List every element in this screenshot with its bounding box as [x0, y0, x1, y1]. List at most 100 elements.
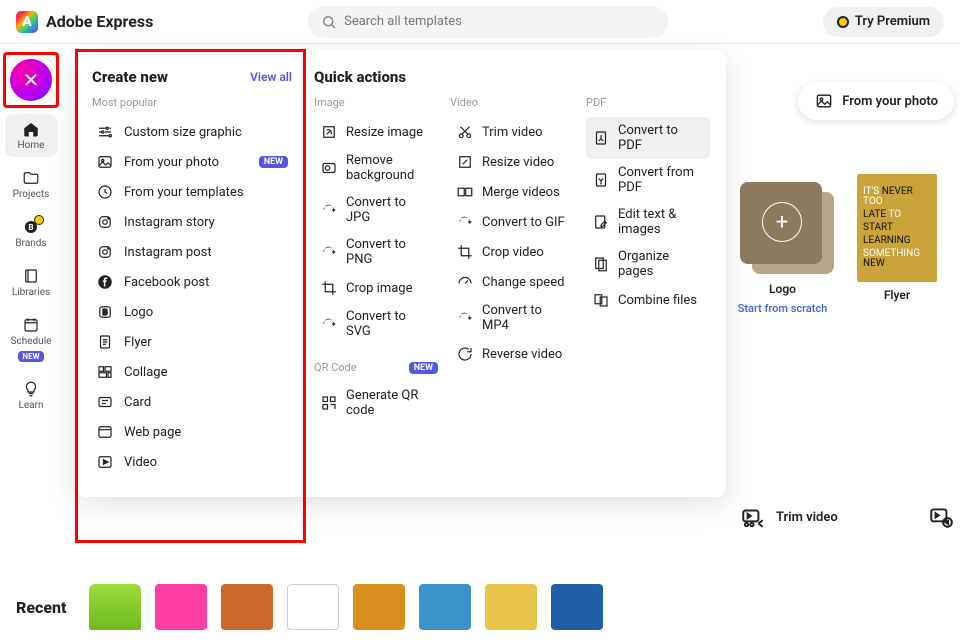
recent-thumb[interactable]: [287, 584, 339, 630]
sidenav-item-libraries[interactable]: Libraries: [5, 261, 57, 304]
card-subtitle[interactable]: Start from scratch: [738, 302, 828, 315]
card-logo[interactable]: + Logo Start from scratch: [730, 174, 835, 315]
qa-convert-mp4[interactable]: Convert to MP4: [450, 297, 574, 339]
sidenav-label: Home: [18, 140, 45, 151]
svg-text:B: B: [102, 308, 107, 318]
create-item-flyer[interactable]: Flyer: [92, 327, 292, 357]
create-subhead: Most popular: [92, 96, 292, 109]
recent-thumb[interactable]: [89, 584, 141, 630]
recent-thumb[interactable]: [221, 584, 273, 630]
search-input[interactable]: Search all templates: [308, 6, 668, 38]
create-item-card[interactable]: Card: [92, 387, 292, 417]
create-item-instagram-post[interactable]: Instagram post: [92, 237, 292, 267]
qa-resize-video[interactable]: Resize video: [450, 147, 574, 177]
facebook-icon: [96, 273, 114, 291]
plus-circle-icon: +: [762, 202, 802, 242]
create-item-label: Web page: [124, 425, 181, 440]
photo-icon: [96, 153, 114, 171]
resize-icon: [456, 153, 474, 171]
template-cards: + Logo Start from scratch IT'S NEVER TOO…: [730, 174, 937, 315]
folder-icon: [22, 169, 40, 187]
combine-icon: [592, 291, 610, 309]
sidenav-item-brands[interactable]: B Brands: [5, 212, 57, 255]
qa-merge-videos[interactable]: Merge videos: [450, 177, 574, 207]
qa-label: Reverse video: [482, 347, 562, 362]
qa-convert-png[interactable]: Convert to PNG: [314, 231, 438, 273]
qa-qr-head: QR CodeNEW: [314, 361, 438, 374]
qa-convert-svg[interactable]: Convert to SVG: [314, 303, 438, 345]
flyer-thumb: IT'S NEVER TOO LATE TO START LEARNING SO…: [857, 174, 937, 282]
cut-bg-icon: [320, 159, 338, 177]
search-placeholder: Search all templates: [344, 14, 462, 29]
sidenav-label: Learn: [18, 400, 43, 411]
recent-thumb[interactable]: [353, 584, 405, 630]
new-pill: NEW: [259, 156, 288, 168]
sidenav-item-home[interactable]: Home: [5, 114, 57, 157]
brand-icon: B: [22, 218, 40, 236]
create-item-web-page[interactable]: Web page: [92, 417, 292, 447]
crop-icon: [456, 243, 474, 261]
qa-convert-to-pdf[interactable]: Convert to PDF: [586, 117, 710, 159]
card-flyer[interactable]: IT'S NEVER TOO LATE TO START LEARNING SO…: [857, 174, 937, 315]
tile-more[interactable]: [928, 504, 954, 530]
view-all-link[interactable]: View all: [250, 70, 292, 84]
qa-remove-background[interactable]: Remove background: [314, 147, 438, 189]
from-your-photo-pill[interactable]: From your photo: [798, 82, 954, 120]
sidenav-item-projects[interactable]: Projects: [5, 163, 57, 206]
create-item-from-templates[interactable]: From your templates: [92, 177, 292, 207]
qa-organize-pages[interactable]: Organize pages: [586, 243, 710, 285]
create-item-label: Collage: [124, 365, 167, 380]
sidenav-item-learn[interactable]: Learn: [5, 374, 57, 417]
recent-thumb[interactable]: [419, 584, 471, 630]
trim-video-icon: [740, 504, 766, 530]
qa-label: Generate QR code: [346, 388, 432, 418]
create-item-facebook-post[interactable]: Facebook post: [92, 267, 292, 297]
create-item-custom-size[interactable]: Custom size graphic: [92, 117, 292, 147]
qa-change-speed[interactable]: Change speed: [450, 267, 574, 297]
premium-label: Try Premium: [855, 14, 930, 29]
card-icon: [96, 393, 114, 411]
sidenav-item-schedule[interactable]: Schedule NEW: [5, 310, 57, 368]
qa-label: Trim video: [482, 125, 543, 140]
star-badge-icon: [34, 215, 44, 225]
create-item-video[interactable]: Video: [92, 447, 292, 477]
qa-label: Resize image: [346, 125, 423, 140]
qa-combine-files[interactable]: Combine files: [586, 285, 710, 315]
qa-generate-qr[interactable]: Generate QR code: [314, 382, 438, 424]
create-item-label: From your templates: [124, 185, 244, 200]
recent-thumb[interactable]: [485, 584, 537, 630]
qa-label: Resize video: [482, 155, 554, 170]
qa-crop-video[interactable]: Crop video: [450, 237, 574, 267]
try-premium-button[interactable]: Try Premium: [823, 7, 944, 37]
tile-trim-video[interactable]: Trim video: [740, 504, 838, 530]
create-item-logo[interactable]: BLogo: [92, 297, 292, 327]
sidenav: ✕ Home Projects B Brands Libraries Sched…: [0, 44, 62, 640]
qa-label: Crop image: [346, 281, 413, 296]
create-fab-button[interactable]: ✕: [10, 59, 52, 101]
create-item-label: Instagram story: [124, 215, 215, 230]
qa-reverse-video[interactable]: Reverse video: [450, 339, 574, 369]
brand-logo-icon: A: [16, 11, 38, 33]
tile-label: Trim video: [776, 510, 838, 525]
qa-convert-jpg[interactable]: Convert to JPG: [314, 189, 438, 231]
recent-thumb[interactable]: [155, 584, 207, 630]
qa-convert-from-pdf[interactable]: Convert from PDF: [586, 159, 710, 201]
qa-label: Convert to PNG: [346, 237, 432, 267]
brand-name: Adobe Express: [46, 12, 153, 31]
create-item-instagram-story[interactable]: Instagram story: [92, 207, 292, 237]
recent-thumb[interactable]: [551, 584, 603, 630]
calendar-icon: [22, 316, 40, 334]
qa-edit-text-images[interactable]: Edit text & images: [586, 201, 710, 243]
qa-convert-gif[interactable]: Convert to GIF: [450, 207, 574, 237]
qa-resize-image[interactable]: Resize image: [314, 117, 438, 147]
qa-trim-video[interactable]: Trim video: [450, 117, 574, 147]
premium-dot-icon: [837, 16, 849, 28]
qa-crop-image[interactable]: Crop image: [314, 273, 438, 303]
create-item-from-photo[interactable]: From your photoNEW: [92, 147, 292, 177]
header: A Adobe Express Search all templates Try…: [0, 0, 960, 44]
qa-label: Merge videos: [482, 185, 560, 200]
create-panel-left: Create new View all Most popular Custom …: [76, 50, 306, 497]
collage-icon: [96, 363, 114, 381]
create-item-collage[interactable]: Collage: [92, 357, 292, 387]
qa-label: Remove background: [346, 153, 432, 183]
